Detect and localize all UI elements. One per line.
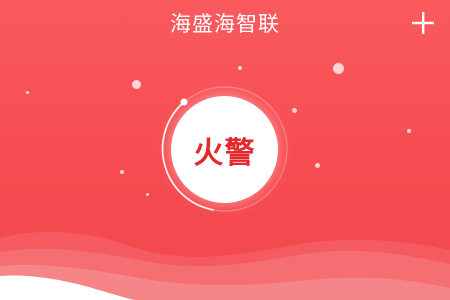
wave-decoration xyxy=(0,231,450,300)
